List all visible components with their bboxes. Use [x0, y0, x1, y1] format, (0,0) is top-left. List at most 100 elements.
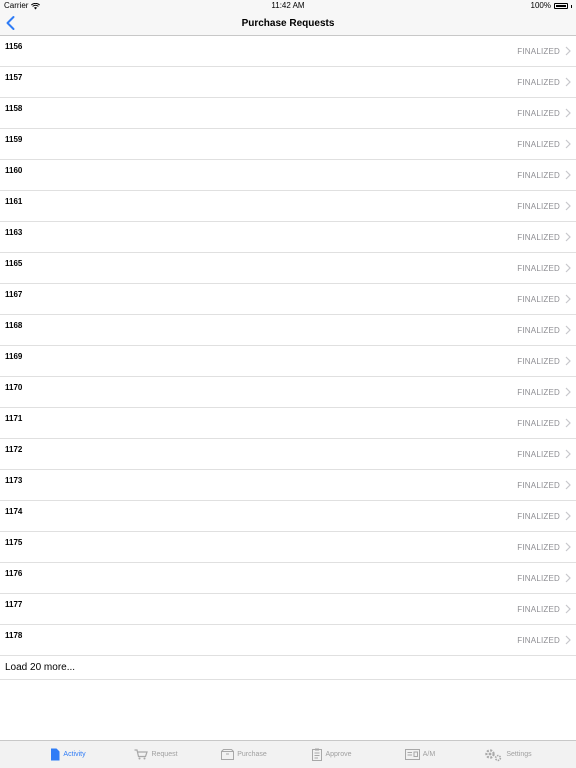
chevron-right-icon — [565, 46, 571, 56]
battery-icon — [554, 3, 568, 9]
chevron-right-icon — [565, 635, 571, 645]
table-row[interactable]: 1171 FINALIZED — [0, 408, 576, 439]
document-icon — [50, 748, 60, 761]
request-number: 1165 — [5, 259, 23, 268]
table-row[interactable]: 1156 FINALIZED — [0, 36, 576, 67]
tab-purchase[interactable]: Purchase — [200, 749, 288, 760]
table-row[interactable]: 1170 FINALIZED — [0, 377, 576, 408]
invoice-icon — [404, 749, 420, 760]
request-number: 1161 — [5, 197, 23, 206]
request-number: 1168 — [5, 321, 23, 330]
table-row[interactable]: 1157 FINALIZED — [0, 67, 576, 98]
chevron-right-icon — [565, 604, 571, 614]
table-row[interactable]: 1167 FINALIZED — [0, 284, 576, 315]
chevron-right-icon — [565, 573, 571, 583]
chevron-right-icon — [565, 201, 571, 211]
status-label: FINALIZED — [517, 605, 560, 614]
table-row[interactable]: 1163 FINALIZED — [0, 222, 576, 253]
table-row[interactable]: 1172 FINALIZED — [0, 439, 576, 470]
request-number: 1156 — [5, 42, 23, 51]
navigation-bar: Purchase Requests — [0, 12, 576, 36]
chevron-right-icon — [565, 449, 571, 459]
chevron-right-icon — [565, 294, 571, 304]
request-number: 1158 — [5, 104, 23, 113]
table-row[interactable]: 1177 FINALIZED — [0, 594, 576, 625]
gear-icon — [484, 748, 503, 762]
request-number: 1176 — [5, 569, 23, 578]
status-label: FINALIZED — [517, 512, 560, 521]
table-row[interactable]: 1159 FINALIZED — [0, 129, 576, 160]
request-number: 1171 — [5, 414, 23, 423]
tab-label: Activity — [63, 751, 86, 758]
status-label: FINALIZED — [517, 636, 560, 645]
status-label: FINALIZED — [517, 357, 560, 366]
tab-label: Purchase — [237, 751, 267, 758]
status-label: FINALIZED — [517, 233, 560, 242]
status-label: FINALIZED — [517, 450, 560, 459]
table-row[interactable]: 1169 FINALIZED — [0, 346, 576, 377]
chevron-right-icon — [565, 387, 571, 397]
request-number: 1175 — [5, 538, 23, 547]
status-label: FINALIZED — [517, 543, 560, 552]
table-row[interactable]: 1176 FINALIZED — [0, 563, 576, 594]
tab-settings[interactable]: Settings — [464, 748, 552, 762]
status-time: 11:42 AM — [271, 1, 305, 10]
status-right: 100% — [531, 0, 572, 12]
tab-label: Approve — [325, 751, 352, 758]
tab-request[interactable]: Request — [112, 749, 200, 760]
chevron-right-icon — [565, 263, 571, 273]
status-label: FINALIZED — [517, 326, 560, 335]
request-number: 1172 — [5, 445, 23, 454]
request-number: 1173 — [5, 476, 23, 485]
status-label: FINALIZED — [517, 574, 560, 583]
tab-a-m[interactable]: A/M — [376, 749, 464, 760]
table-row[interactable]: 1158 FINALIZED — [0, 98, 576, 129]
table-row[interactable]: 1175 FINALIZED — [0, 532, 576, 563]
page-title: Purchase Requests — [241, 18, 335, 29]
status-label: FINALIZED — [517, 295, 560, 304]
chevron-right-icon — [565, 325, 571, 335]
request-number: 1157 — [5, 73, 23, 82]
status-label: FINALIZED — [517, 47, 560, 56]
tab-bar: Activity Request Purchase Approve A/M Setting… — [0, 740, 576, 768]
table-row[interactable]: 1168 FINALIZED — [0, 315, 576, 346]
request-number: 1159 — [5, 135, 23, 144]
request-number: 1169 — [5, 352, 23, 361]
chevron-right-icon — [565, 170, 571, 180]
table-row[interactable]: 1174 FINALIZED — [0, 501, 576, 532]
purchase-request-list: 1156 FINALIZED 1157 FINALIZED 1158 FINALIZED 1… — [0, 36, 576, 680]
status-label: FINALIZED — [517, 264, 560, 273]
chevron-right-icon — [565, 356, 571, 366]
table-row[interactable]: 1160 FINALIZED — [0, 160, 576, 191]
status-label: FINALIZED — [517, 109, 560, 118]
battery-tip — [571, 4, 572, 8]
tab-label: A/M — [422, 751, 436, 758]
chevron-right-icon — [565, 480, 571, 490]
status-label: FINALIZED — [517, 140, 560, 149]
request-number: 1160 — [5, 166, 23, 175]
table-row[interactable]: 1173 FINALIZED — [0, 470, 576, 501]
table-row[interactable]: 1165 FINALIZED — [0, 253, 576, 284]
chevron-right-icon — [565, 108, 571, 118]
battery-percent: 100% — [530, 1, 551, 10]
table-row[interactable]: 1178 FINALIZED — [0, 625, 576, 656]
status-label: FINALIZED — [517, 202, 560, 211]
request-number: 1178 — [5, 631, 23, 640]
load-more-button[interactable]: Load 20 more... — [0, 656, 576, 680]
tab-activity[interactable]: Activity — [24, 748, 112, 761]
chevron-right-icon — [565, 542, 571, 552]
chevron-right-icon — [565, 511, 571, 521]
status-label: FINALIZED — [517, 171, 560, 180]
tab-approve[interactable]: Approve — [288, 748, 376, 761]
chevron-right-icon — [565, 139, 571, 149]
cart-icon — [134, 749, 149, 760]
status-label: FINALIZED — [517, 388, 560, 397]
chevron-right-icon — [565, 232, 571, 242]
table-row[interactable]: 1161 FINALIZED — [0, 191, 576, 222]
box-icon — [221, 749, 235, 760]
status-label: FINALIZED — [517, 481, 560, 490]
request-number: 1177 — [5, 600, 23, 609]
request-number: 1174 — [5, 507, 23, 516]
tab-label: Settings — [506, 751, 532, 758]
request-number: 1163 — [5, 228, 23, 237]
